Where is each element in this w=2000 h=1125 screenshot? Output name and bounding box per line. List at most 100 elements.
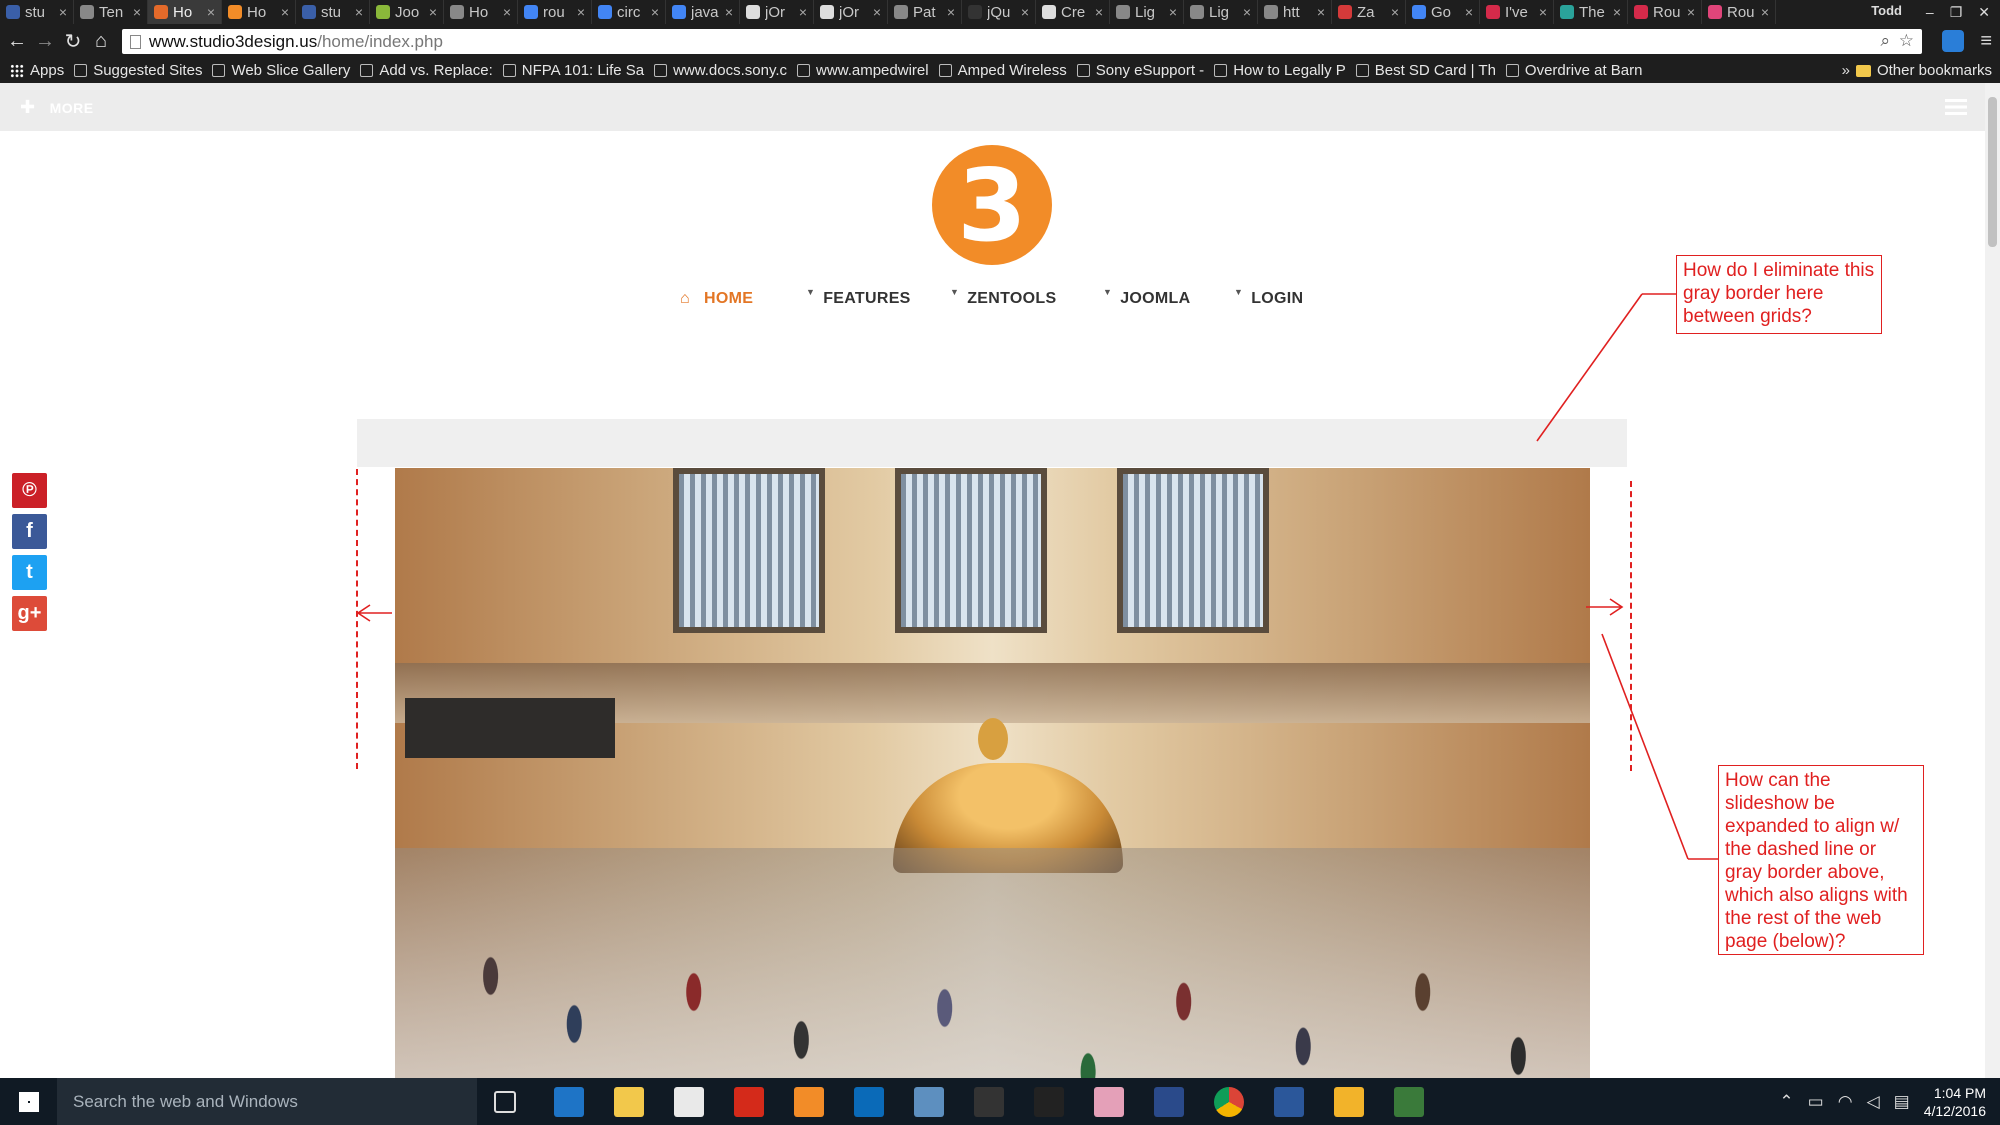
google-plus-icon[interactable]: g+ xyxy=(12,596,47,631)
browser-tab[interactable]: Ten × xyxy=(74,0,148,24)
word-icon[interactable] xyxy=(1274,1087,1304,1117)
minimize-button[interactable]: – xyxy=(1926,4,1934,20)
browser-tab[interactable]: The × xyxy=(1554,0,1628,24)
close-window-button[interactable]: ✕ xyxy=(1978,4,1990,21)
tab-close-icon[interactable]: × xyxy=(947,4,955,20)
browser-tab[interactable]: htt × xyxy=(1258,0,1332,24)
visio-icon[interactable] xyxy=(1394,1087,1424,1117)
bookmark-star-icon[interactable]: ☆ xyxy=(1899,31,1914,51)
tab-close-icon[interactable]: × xyxy=(1761,4,1769,20)
nav-item-joomla[interactable]: ▼ JOOMLA xyxy=(1103,287,1190,308)
browser-tab[interactable]: Ho × xyxy=(148,0,222,24)
chrome-menu-icon[interactable]: ≡ xyxy=(1980,30,1992,53)
browser-tab[interactable]: Ho × xyxy=(222,0,296,24)
tab-close-icon[interactable]: × xyxy=(799,4,807,20)
tab-close-icon[interactable]: × xyxy=(503,4,511,20)
browser-tab[interactable]: java × xyxy=(666,0,740,24)
tab-close-icon[interactable]: × xyxy=(1465,4,1473,20)
address-bar[interactable]: www.studio3design.us /home/index.php ⌕ ☆ xyxy=(122,29,1922,54)
forward-icon[interactable]: → xyxy=(32,28,58,54)
store-icon[interactable] xyxy=(674,1087,704,1117)
browser-tab[interactable]: circ × xyxy=(592,0,666,24)
browser-tab[interactable]: Za × xyxy=(1332,0,1406,24)
bookmark-item[interactable]: www.docs.sony.c xyxy=(654,62,787,79)
browser-tab[interactable]: Rou × xyxy=(1628,0,1702,24)
profile-name[interactable]: Todd xyxy=(1871,3,1902,18)
browser-tab[interactable]: Lig × xyxy=(1184,0,1258,24)
tab-close-icon[interactable]: × xyxy=(1021,4,1029,20)
nav-item-login[interactable]: ▼ LOGIN xyxy=(1234,287,1303,308)
bookmark-item[interactable]: NFPA 101: Life Sa xyxy=(502,62,644,79)
tab-close-icon[interactable]: × xyxy=(1687,4,1695,20)
app-dark-icon[interactable] xyxy=(974,1087,1004,1117)
site-logo[interactable]: 3 xyxy=(932,145,1052,265)
browser-tab[interactable]: I've × xyxy=(1480,0,1554,24)
file-explorer-icon[interactable] xyxy=(614,1087,644,1117)
bookmark-item[interactable]: Suggested Sites xyxy=(74,62,202,79)
task-view-icon[interactable] xyxy=(494,1091,516,1113)
browser-tab[interactable]: Joo × xyxy=(370,0,444,24)
tab-close-icon[interactable]: × xyxy=(281,4,289,20)
photos-icon[interactable] xyxy=(1334,1087,1364,1117)
tab-close-icon[interactable]: × xyxy=(1539,4,1547,20)
browser-tab[interactable]: Pat × xyxy=(888,0,962,24)
browser-tab[interactable]: Lig × xyxy=(1110,0,1184,24)
page-scrollbar[interactable] xyxy=(1985,83,2000,1078)
browser-tab[interactable]: Cre × xyxy=(1036,0,1110,24)
bookmark-item[interactable]: Amped Wireless xyxy=(938,62,1067,79)
tab-close-icon[interactable]: × xyxy=(577,4,585,20)
bookmark-item[interactable]: How to Legally P xyxy=(1214,62,1346,79)
wifi-icon[interactable]: ◠ xyxy=(1838,1092,1853,1112)
tab-close-icon[interactable]: × xyxy=(1095,4,1103,20)
tab-close-icon[interactable]: × xyxy=(355,4,363,20)
nav-item-zentools[interactable]: ▼ ZENTOOLS xyxy=(950,287,1056,308)
scrollbar-thumb[interactable] xyxy=(1988,97,1997,247)
tab-close-icon[interactable]: × xyxy=(133,4,141,20)
back-icon[interactable]: ← xyxy=(4,28,30,54)
chrome-icon[interactable] xyxy=(1214,1087,1244,1117)
browser-tab[interactable]: stu × xyxy=(296,0,370,24)
tab-close-icon[interactable]: × xyxy=(1169,4,1177,20)
timer-icon[interactable] xyxy=(1034,1087,1064,1117)
browser-tab[interactable]: Go × xyxy=(1406,0,1480,24)
bookmark-item[interactable]: Sony eSupport - xyxy=(1076,62,1204,79)
tab-close-icon[interactable]: × xyxy=(725,4,733,20)
reload-icon[interactable]: ↻ xyxy=(60,28,86,54)
tab-close-icon[interactable]: × xyxy=(1243,4,1251,20)
bookmark-item[interactable]: www.ampedwirel xyxy=(797,62,929,79)
hamburger-menu-icon[interactable] xyxy=(1945,99,1967,115)
home-icon[interactable]: ⌂ xyxy=(88,28,114,54)
browser-tab[interactable]: jOr × xyxy=(740,0,814,24)
twitter-icon[interactable]: t xyxy=(12,555,47,590)
browser-tab[interactable]: Rou × xyxy=(1702,0,1776,24)
bookmark-item[interactable]: Best SD Card | Th xyxy=(1355,62,1496,79)
app-blue-icon[interactable] xyxy=(914,1087,944,1117)
browser-tab[interactable]: Ho × xyxy=(444,0,518,24)
nav-item-features[interactable]: ▼ FEATURES xyxy=(806,287,911,308)
restore-button[interactable]: ❐ xyxy=(1950,4,1963,21)
media-player-icon[interactable] xyxy=(794,1087,824,1117)
extension-icon[interactable] xyxy=(1942,30,1964,52)
taskbar-clock[interactable]: 1:04 PM 4/12/2016 xyxy=(1924,1084,1986,1120)
tab-close-icon[interactable]: × xyxy=(207,4,215,20)
tab-close-icon[interactable]: × xyxy=(429,4,437,20)
battery-icon[interactable]: ▭ xyxy=(1808,1092,1824,1112)
zoom-icon[interactable]: ⌕ xyxy=(1880,31,1890,51)
outlook-icon[interactable] xyxy=(854,1087,884,1117)
bookmark-item[interactable]: Web Slice Gallery xyxy=(212,62,350,79)
browser-tab[interactable]: jQu × xyxy=(962,0,1036,24)
edge-icon[interactable] xyxy=(554,1087,584,1117)
tab-close-icon[interactable]: × xyxy=(1317,4,1325,20)
paint-icon[interactable] xyxy=(1094,1087,1124,1117)
browser-tab[interactable]: rou × xyxy=(518,0,592,24)
browser-tab[interactable]: jOr × xyxy=(814,0,888,24)
pinterest-icon[interactable]: ℗ xyxy=(12,473,47,508)
other-bookmarks[interactable]: Other bookmarks xyxy=(1855,62,1992,79)
action-center-icon[interactable]: ▤ xyxy=(1894,1092,1910,1112)
tab-close-icon[interactable]: × xyxy=(1391,4,1399,20)
more-toggle[interactable]: ✚ MORE xyxy=(20,97,94,118)
bookmarks-overflow-icon[interactable]: » xyxy=(1842,62,1850,79)
taskbar-search[interactable]: Search the web and Windows xyxy=(57,1078,477,1125)
tab-close-icon[interactable]: × xyxy=(651,4,659,20)
volume-icon[interactable]: ◁ xyxy=(1867,1092,1880,1112)
